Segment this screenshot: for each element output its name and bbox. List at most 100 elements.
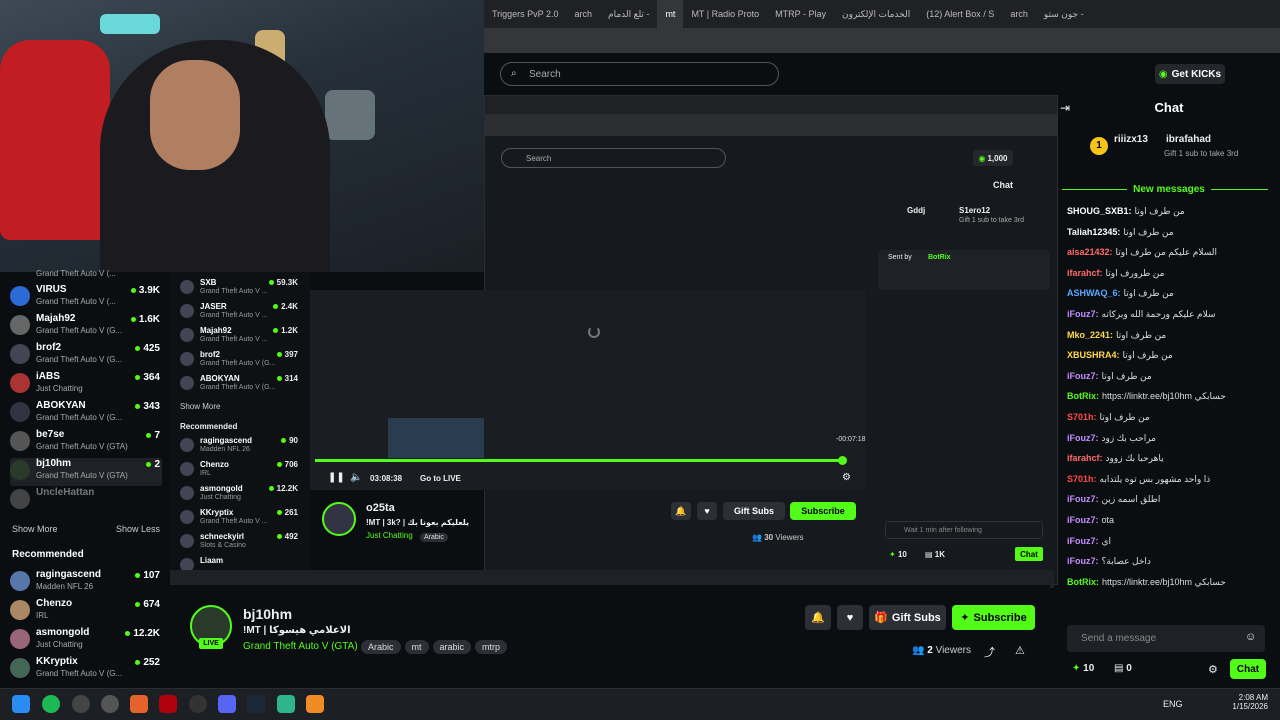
chat-username[interactable]: XBUSHRA4:	[1067, 350, 1120, 360]
show-more-button[interactable]: Show More	[12, 524, 58, 534]
inner-channel[interactable]: asmongold Just Chatting 12.2K	[180, 484, 308, 508]
search-input[interactable]: ⌕ Search	[500, 62, 779, 86]
get-kicks-button[interactable]: ◉ Get KICKs	[1155, 64, 1225, 84]
inner-channel[interactable]: ABOKYAN Grand Theft Auto V (G... 314	[180, 374, 308, 398]
chat-username[interactable]: Taliah12345:	[1067, 227, 1120, 237]
sidebar-channel[interactable]: VIRUS Grand Theft Auto V (... 3.9K	[10, 284, 162, 312]
chat-username[interactable]: SHOUG_SXB1:	[1067, 206, 1132, 216]
inner-channel[interactable]: brof2 Grand Theft Auto V (G... 397	[180, 350, 308, 374]
chat-username[interactable]: aisa21432:	[1067, 247, 1113, 257]
chat-username[interactable]: iFouz7:	[1067, 556, 1099, 566]
stream-tag[interactable]: mt	[404, 640, 429, 654]
go-live-button[interactable]: Go to LIVE	[420, 474, 461, 483]
browser-tab[interactable]: تلع الدمام -	[600, 0, 657, 28]
subscribe-button[interactable]: ✦ Subscribe	[952, 605, 1035, 630]
inner-category[interactable]: Just Chatting	[366, 531, 413, 540]
inner-chat-input[interactable]: Wait 1 min after following	[885, 521, 1043, 539]
chat-settings-icon[interactable]: ⚙	[1208, 663, 1218, 676]
pinned-user1[interactable]: riiizx13	[1114, 134, 1148, 145]
sidebar-channel[interactable]: UncleHattan	[10, 487, 162, 515]
inner-streamer-avatar[interactable]	[322, 502, 356, 536]
brave-icon[interactable]	[130, 695, 148, 713]
inner-channel[interactable]: JASER Grand Theft Auto V ... 2.4K	[180, 302, 308, 326]
browser-tab[interactable]: arch	[1002, 0, 1036, 28]
clock[interactable]: 2:08 AM 1/15/2026	[1228, 693, 1268, 711]
progress-handle[interactable]	[838, 456, 847, 465]
inner-subscribe-button[interactable]: Subscribe	[790, 502, 856, 520]
chat-username[interactable]: S701h:	[1067, 474, 1097, 484]
chat-username[interactable]: BotRix:	[1067, 577, 1099, 587]
gift-subs-button[interactable]: 🎁 Gift Subs	[869, 605, 946, 630]
inner-channel[interactable]: ragingascend Madden NFL 26 90	[180, 436, 308, 460]
chat-username[interactable]: iFouz7:	[1067, 309, 1099, 319]
browser-tab[interactable]: (12) Alert Box / S	[918, 0, 1002, 28]
netflix-icon[interactable]	[159, 695, 177, 713]
browser-tab[interactable]: MT | Radio Proto	[683, 0, 767, 28]
chat-username[interactable]: ASHWAQ_6:	[1067, 288, 1121, 298]
inner-channel[interactable]: SXB Grand Theft Auto V ... 59.3K	[180, 278, 308, 302]
recommended-channel[interactable]: asmongold Just Chatting 12.2K	[10, 627, 162, 655]
volume-icon[interactable]: 🔈	[350, 472, 362, 483]
discord-icon[interactable]	[218, 695, 236, 713]
browser-tab[interactable]: جون ستو -	[1036, 0, 1092, 28]
chat-username[interactable]: iFouz7:	[1067, 433, 1099, 443]
report-icon[interactable]: ⚠	[1015, 644, 1025, 657]
pinned-user2[interactable]: ibrafahad	[1166, 134, 1211, 145]
stream-category[interactable]: Grand Theft Auto V (GTA)	[243, 641, 358, 652]
chat-username[interactable]: iFouz7:	[1067, 515, 1099, 525]
inner-channel[interactable]: KKryptix Grand Theft Auto V ... 261	[180, 508, 308, 532]
recommended-channel[interactable]: KKryptix Grand Theft Auto V (G... 252	[10, 656, 162, 684]
language-indicator[interactable]: ENG	[1163, 699, 1183, 709]
show-less-button[interactable]: Show Less	[116, 524, 160, 534]
chat-input[interactable]: Send a message	[1067, 625, 1265, 652]
inner-show-more[interactable]: Show More	[180, 402, 220, 411]
bell-icon[interactable]: 🔔	[805, 605, 831, 630]
obs-icon[interactable]	[72, 695, 90, 713]
sidebar-channel[interactable]: Majah92 Grand Theft Auto V (G... 1.6K	[10, 313, 162, 341]
steam-icon[interactable]	[247, 695, 265, 713]
streamer-name[interactable]: bj10hm	[243, 606, 292, 622]
chat-username[interactable]: iFouz7:	[1067, 371, 1099, 381]
inner-channel[interactable]: schneckyirl Slots & Casino 492	[180, 532, 308, 556]
inner-heart-icon[interactable]: ♥	[697, 502, 717, 520]
inner-search[interactable]: Search	[501, 148, 726, 168]
browser-tab[interactable]: mt	[657, 0, 684, 28]
spotify-icon[interactable]	[42, 695, 60, 713]
sidebar-channel[interactable]: ABOKYAN Grand Theft Auto V (G... 343	[10, 400, 162, 428]
browser-tab[interactable]: MTRP - Play	[767, 0, 834, 28]
emoji-icon[interactable]: ☺	[1245, 631, 1256, 643]
stream-tag[interactable]: arabic	[432, 640, 472, 654]
inner-gift-subs-button[interactable]: Gift Subs	[723, 502, 785, 520]
chat-username[interactable]: Mko_2241:	[1067, 330, 1113, 340]
inner-chat-button[interactable]: Chat	[1015, 547, 1043, 561]
browser-tab[interactable]: arch	[567, 0, 601, 28]
sidebar-channel[interactable]: iABS Just Chatting 364	[10, 371, 162, 399]
chat-username[interactable]: S701h:	[1067, 412, 1097, 422]
sidebar-channel[interactable]: bj10hm Grand Theft Auto V (GTA) 2	[10, 458, 162, 486]
browser-tab[interactable]: الخدمات الإلكترون	[834, 0, 918, 28]
inner-channel[interactable]: Majah92 Grand Theft Auto V ... 1.2K	[180, 326, 308, 350]
chat-username[interactable]: iFouz7:	[1067, 494, 1099, 504]
app-icon[interactable]	[101, 695, 119, 713]
inner-bell-icon[interactable]: 🔔	[671, 502, 691, 520]
chat-username[interactable]: ifarahcf:	[1067, 268, 1103, 278]
browser-tab[interactable]: Triggers PvP 2.0	[484, 0, 567, 28]
stream-tag[interactable]: mtrp	[475, 640, 508, 654]
sidebar-channel[interactable]: be7se Grand Theft Auto V (GTA) 7	[10, 429, 162, 457]
app3-icon[interactable]	[277, 695, 295, 713]
sidebar-channel[interactable]: brof2 Grand Theft Auto V (G... 425	[10, 342, 162, 370]
pause-icon[interactable]: ❚❚	[328, 472, 345, 483]
chat-send-button[interactable]: Chat	[1230, 659, 1266, 679]
inner-kicks[interactable]: ◉ 1,000	[973, 150, 1013, 166]
inner-streamer-name[interactable]: o25ta	[366, 502, 395, 514]
app2-icon[interactable]	[189, 695, 207, 713]
heart-icon[interactable]: ♥	[837, 605, 863, 630]
app4-icon[interactable]	[306, 695, 324, 713]
recommended-channel[interactable]: Chenzo IRL 674	[10, 598, 162, 626]
share-icon[interactable]: ⤴	[984, 644, 995, 660]
recommended-channel[interactable]: ragingascend Madden NFL 26 107	[10, 569, 162, 597]
video-progress-bar[interactable]	[315, 459, 845, 462]
chat-username[interactable]: ifarahcf:	[1067, 453, 1103, 463]
chat-username[interactable]: iFouz7:	[1067, 536, 1099, 546]
settings-icon[interactable]: ⚙	[842, 472, 851, 483]
